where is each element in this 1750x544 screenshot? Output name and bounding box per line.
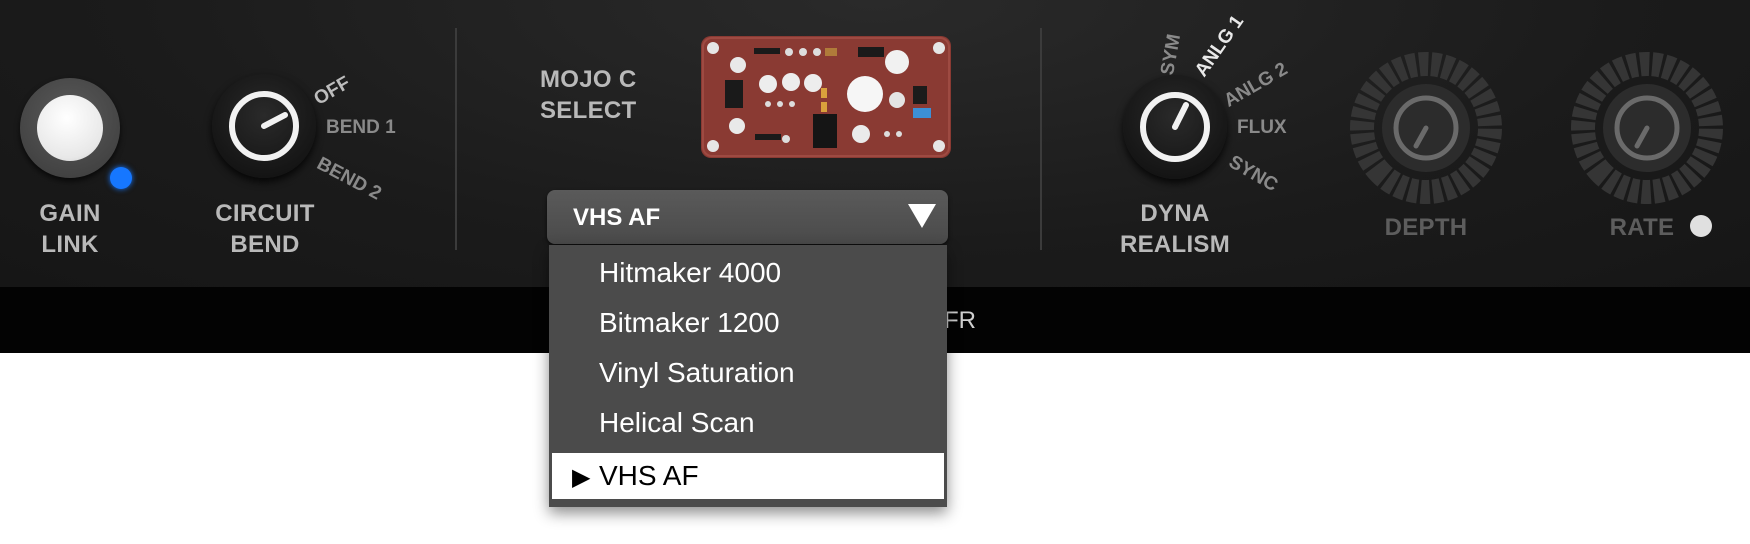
menu-item-helical-scan[interactable]: Helical Scan: [549, 398, 947, 448]
circuit-bend-knob-face-icon: [229, 91, 299, 161]
dyna-pos-anlg1: ANLG 1: [1190, 11, 1249, 81]
dyna-label-line2: REALISM: [1119, 231, 1231, 258]
circuit-label-line1: CIRCUIT: [215, 200, 315, 227]
mojo-dropdown-menu: Hitmaker 4000 Bitmaker 1200 Vinyl Satura…: [549, 245, 947, 507]
strip-partial-text: FR: [944, 307, 976, 334]
plugin-control-panel: GAIN LINK OFF BEND 1 BEND 2 CIRCUIT BEND…: [0, 0, 1750, 287]
circuit-bend-pos-bend1: BEND 1: [326, 117, 396, 138]
circuit-bend-label: CIRCUIT BEND: [200, 198, 330, 260]
mojo-label-line1: MOJO C: [540, 66, 637, 93]
selected-marker-icon: ▶: [572, 464, 591, 491]
menu-item-label: VHS AF: [599, 460, 699, 491]
gain-link-led: [110, 167, 132, 189]
section-divider-2: [1040, 28, 1042, 250]
dyna-pos-sync: SYNC: [1225, 151, 1282, 197]
dropdown-arrow-icon: [908, 204, 936, 228]
menu-item-label: Bitmaker 1200: [599, 307, 780, 338]
rate-led: [1690, 215, 1712, 237]
mojo-label-line2: SELECT: [540, 97, 637, 124]
mojo-select-label: MOJO C SELECT: [540, 64, 680, 126]
rate-knob[interactable]: [1567, 48, 1727, 208]
depth-knob-ring-icon: [1350, 51, 1502, 204]
dyna-pos-flux: FLUX: [1237, 117, 1287, 138]
dyna-realism-knob[interactable]: [1123, 75, 1227, 179]
mojo-select-dropdown[interactable]: VHS AF: [547, 190, 948, 244]
circuit-label-line2: BEND: [230, 231, 300, 258]
menu-item-vinyl-saturation[interactable]: Vinyl Saturation: [549, 348, 947, 398]
gain-label-line2: LINK: [41, 231, 99, 258]
menu-item-label: Vinyl Saturation: [599, 357, 795, 388]
gain-link-button[interactable]: [20, 78, 120, 178]
gain-link-label: GAIN LINK: [20, 198, 120, 260]
menu-item-label: Hitmaker 4000: [599, 257, 782, 288]
dyna-pos-anlg2: ANLG 2: [1220, 58, 1292, 112]
rate-knob-ring-icon: [1571, 51, 1723, 204]
circuit-bend-pos-off: OFF: [310, 72, 354, 110]
dyna-pos-sym: SYM: [1157, 32, 1186, 77]
menu-item-vhs-af[interactable]: ▶ VHS AF: [552, 453, 944, 499]
depth-label: DEPTH: [1384, 214, 1468, 241]
dyna-label-line1: DYNA: [1140, 200, 1210, 227]
dyna-realism-knob-face-icon: [1140, 92, 1210, 162]
depth-knob[interactable]: [1346, 48, 1506, 208]
section-divider: [455, 28, 457, 250]
circuit-bend-knob[interactable]: [212, 74, 316, 178]
dyna-realism-label: DYNA REALISM: [1105, 198, 1245, 260]
menu-item-hitmaker-4000[interactable]: Hitmaker 4000: [549, 248, 947, 298]
rate-label: RATE: [1609, 214, 1675, 241]
mojo-selected-value: VHS AF: [573, 204, 661, 231]
gain-label-line1: GAIN: [39, 200, 101, 227]
menu-item-bitmaker-1200[interactable]: Bitmaker 1200: [549, 298, 947, 348]
menu-item-label: Helical Scan: [599, 407, 755, 438]
circuit-board-image: [701, 36, 951, 158]
